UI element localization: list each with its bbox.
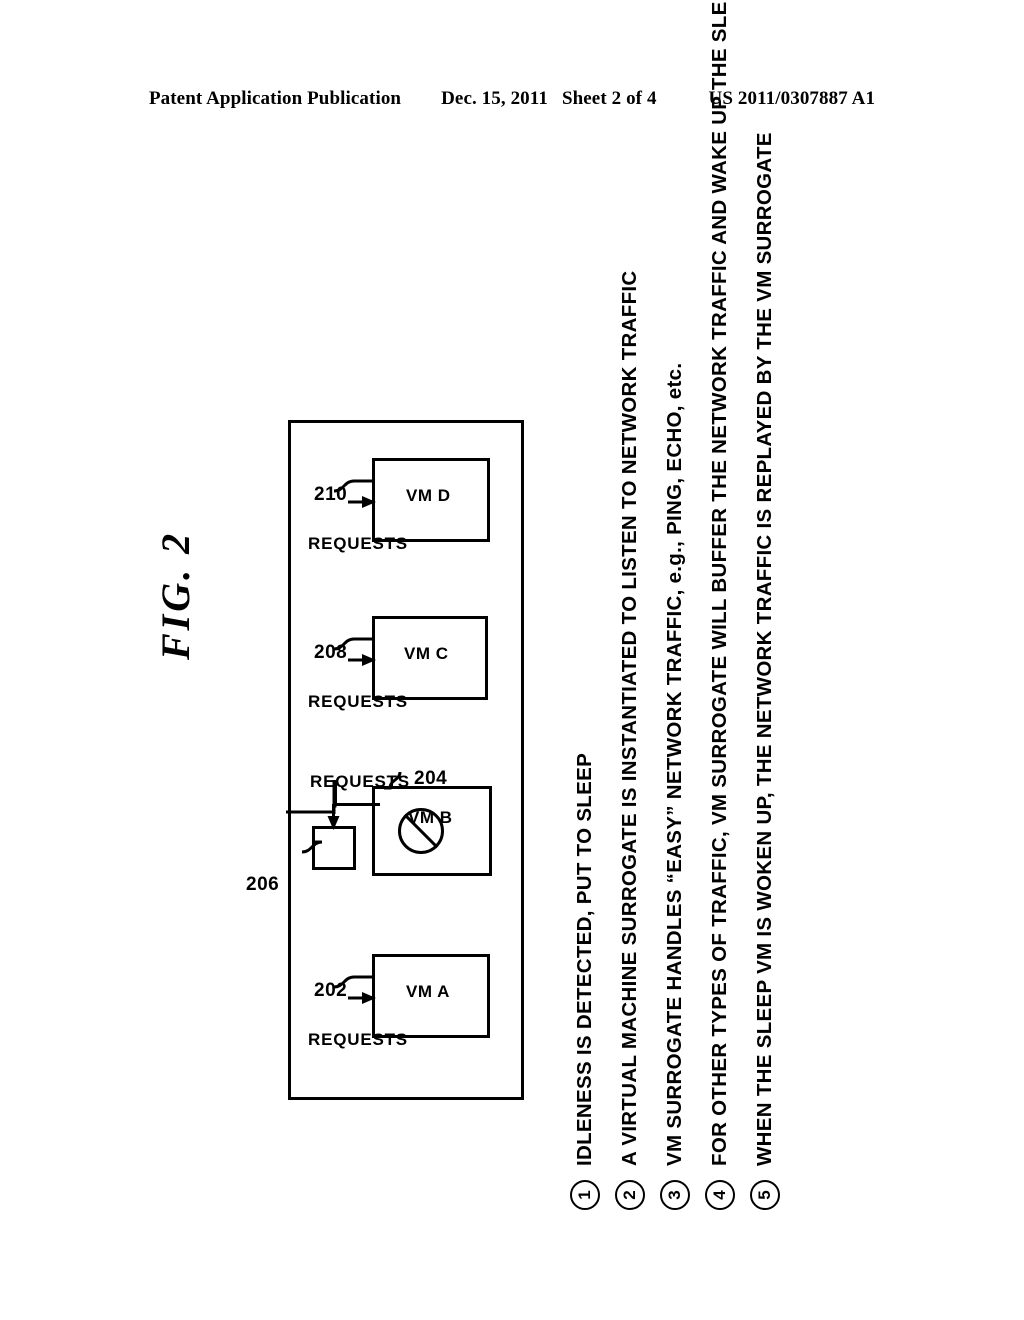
legend-bullet-5: 5 [750, 1180, 780, 1210]
numbered-legend: 1 IDLENESS IS DETECTED, PUT TO SLEEP 2 A… [0, 0, 1024, 1320]
legend-bullet-3: 3 [660, 1180, 690, 1210]
legend-text-3: VM SURROGATE HANDLES “EASY” NETWORK TRAF… [663, 362, 686, 1166]
legend-text-5: WHEN THE SLEEP VM IS WOKEN UP, THE NETWO… [753, 132, 776, 1166]
legend-item-5: 5 WHEN THE SLEEP VM IS WOKEN UP, THE NET… [742, 132, 788, 1210]
legend-item-1: 1 IDLENESS IS DETECTED, PUT TO SLEEP [562, 390, 608, 1210]
legend-text-4: FOR OTHER TYPES OF TRAFFIC, VM SURROGATE… [708, 0, 731, 1166]
legend-text-2: A VIRTUAL MACHINE SURROGATE IS INSTANTIA… [618, 270, 641, 1167]
legend-bullet-2: 2 [615, 1180, 645, 1210]
legend-item-4: 4 FOR OTHER TYPES OF TRAFFIC, VM SURROGA… [697, 0, 743, 1210]
legend-bullet-4: 4 [705, 1180, 735, 1210]
legend-bullet-1: 1 [570, 1180, 600, 1210]
legend-item-3: 3 VM SURROGATE HANDLES “EASY” NETWORK TR… [652, 363, 698, 1210]
legend-text-1: IDLENESS IS DETECTED, PUT TO SLEEP [573, 752, 596, 1166]
legend-item-2: 2 A VIRTUAL MACHINE SURROGATE IS INSTANT… [607, 271, 653, 1210]
